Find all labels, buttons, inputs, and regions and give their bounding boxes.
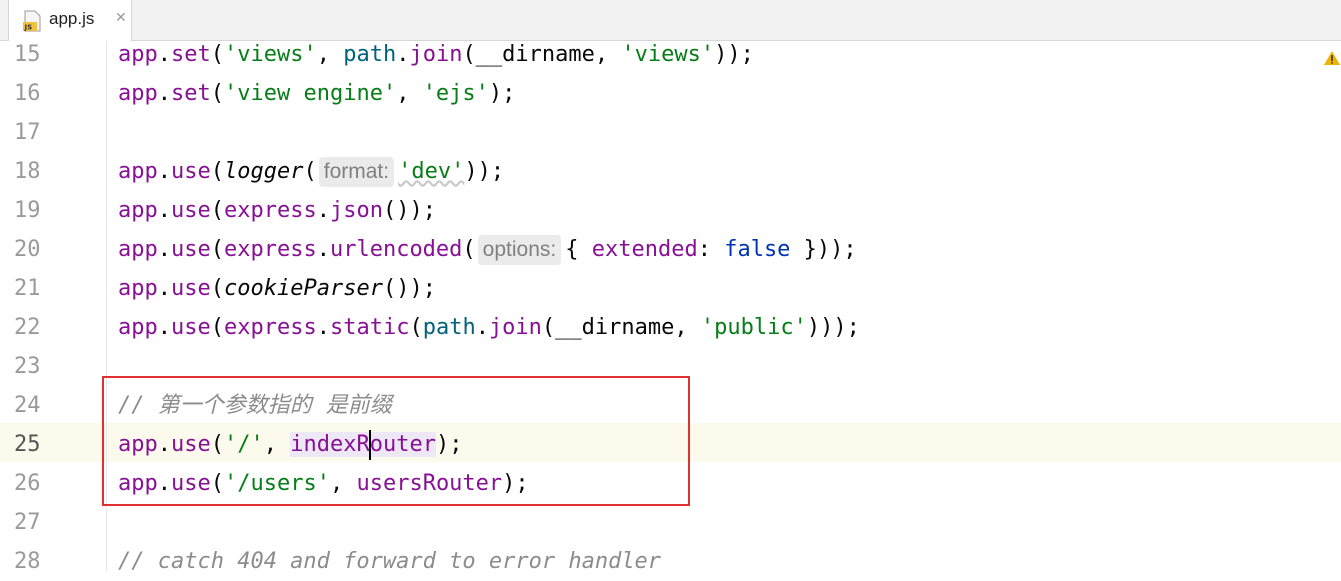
line-number: 28 (14, 549, 41, 574)
line-number-gutter: 15 16 17 18 19 20 21 22 23 24 25 26 27 2… (0, 41, 107, 574)
code-line-15[interactable]: app.set('views', path.join(__dirname, 'v… (118, 41, 754, 74)
line-number: 26 (14, 471, 41, 496)
line-number: 18 (14, 159, 41, 184)
code-line-18[interactable]: app.use(logger(format:'dev')); (118, 152, 504, 191)
line-number: 17 (14, 120, 41, 145)
line-number: 22 (14, 315, 41, 340)
code-line-20[interactable]: app.use(express.urlencoded(options:{ ext… (118, 230, 857, 269)
line-number: 16 (14, 81, 41, 106)
editor-tab-bar: JS app.js ✕ (0, 0, 1341, 41)
tab-app-js[interactable]: JS app.js ✕ (8, 0, 132, 41)
line-number: 23 (14, 354, 41, 379)
parameter-hint: options: (477, 235, 562, 265)
line-number: 27 (14, 510, 41, 535)
code-line-28[interactable]: // catch 404 and forward to error handle… (118, 542, 661, 572)
javascript-file-icon: JS (23, 10, 41, 32)
svg-text:JS: JS (24, 24, 33, 32)
line-number: 19 (14, 198, 41, 223)
code-line-22[interactable]: app.use(express.static(path.join(__dirna… (118, 308, 860, 347)
annotation-highlight-box (102, 376, 690, 506)
code-line-16[interactable]: app.set('view engine', 'ejs'); (118, 74, 515, 113)
code-line-19[interactable]: app.use(express.json()); (118, 191, 436, 230)
code-line-21[interactable]: app.use(cookieParser()); (118, 269, 436, 308)
parameter-hint: format: (318, 157, 395, 187)
warning-icon[interactable] (1323, 50, 1341, 66)
line-number: 20 (14, 237, 41, 262)
line-number: 21 (14, 276, 41, 301)
tab-title: app.js (49, 9, 95, 28)
line-number: 24 (14, 393, 41, 418)
line-number: 15 (14, 42, 41, 67)
line-number: 25 (14, 432, 41, 457)
close-icon[interactable]: ✕ (115, 10, 127, 26)
